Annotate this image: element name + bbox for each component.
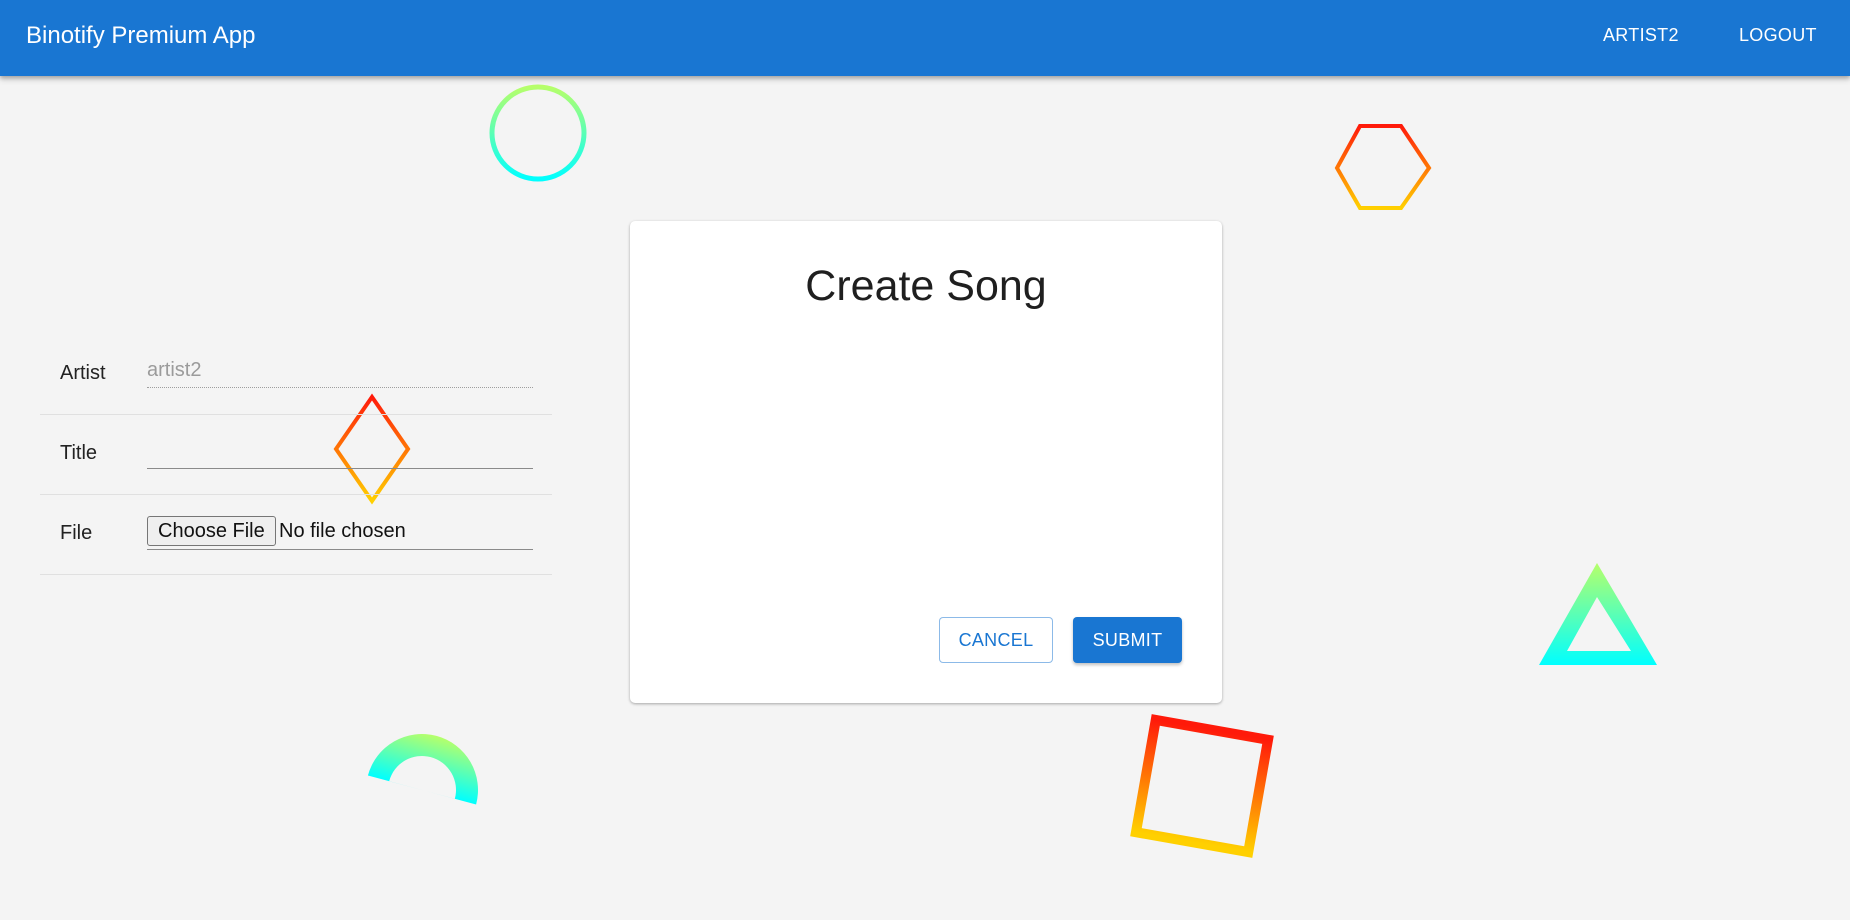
- file-label: File: [60, 522, 93, 544]
- file-input[interactable]: Choose File No file chosen: [147, 515, 533, 550]
- triangle-shape-icon: [1539, 563, 1657, 665]
- circle-shape-icon: [489, 84, 587, 182]
- half-circle-shape-icon: [367, 734, 478, 805]
- artist-row: Artist: [40, 334, 552, 415]
- user-profile-button[interactable]: ARTIST2: [1603, 22, 1679, 48]
- title-input[interactable]: [147, 434, 533, 469]
- hexagon-shape-icon: [1334, 124, 1432, 210]
- submit-button[interactable]: SUBMIT: [1073, 617, 1182, 663]
- artist-label: Artist: [60, 362, 106, 384]
- logout-button[interactable]: LOGOUT: [1739, 22, 1817, 48]
- title-row: Title: [40, 414, 552, 495]
- cancel-button[interactable]: CANCEL: [939, 617, 1053, 663]
- app-title[interactable]: Binotify Premium App: [26, 20, 255, 52]
- square-shape-icon: [1130, 714, 1274, 858]
- file-status-text: No file chosen: [279, 520, 406, 542]
- file-row: File Choose File No file chosen: [40, 494, 552, 575]
- title-label: Title: [60, 442, 98, 464]
- app-bar: Binotify Premium App ARTIST2 LOGOUT: [0, 0, 1850, 76]
- choose-file-button[interactable]: Choose File: [147, 516, 276, 546]
- form-title: Create Song: [805, 262, 1047, 310]
- artist-field: [147, 353, 533, 388]
